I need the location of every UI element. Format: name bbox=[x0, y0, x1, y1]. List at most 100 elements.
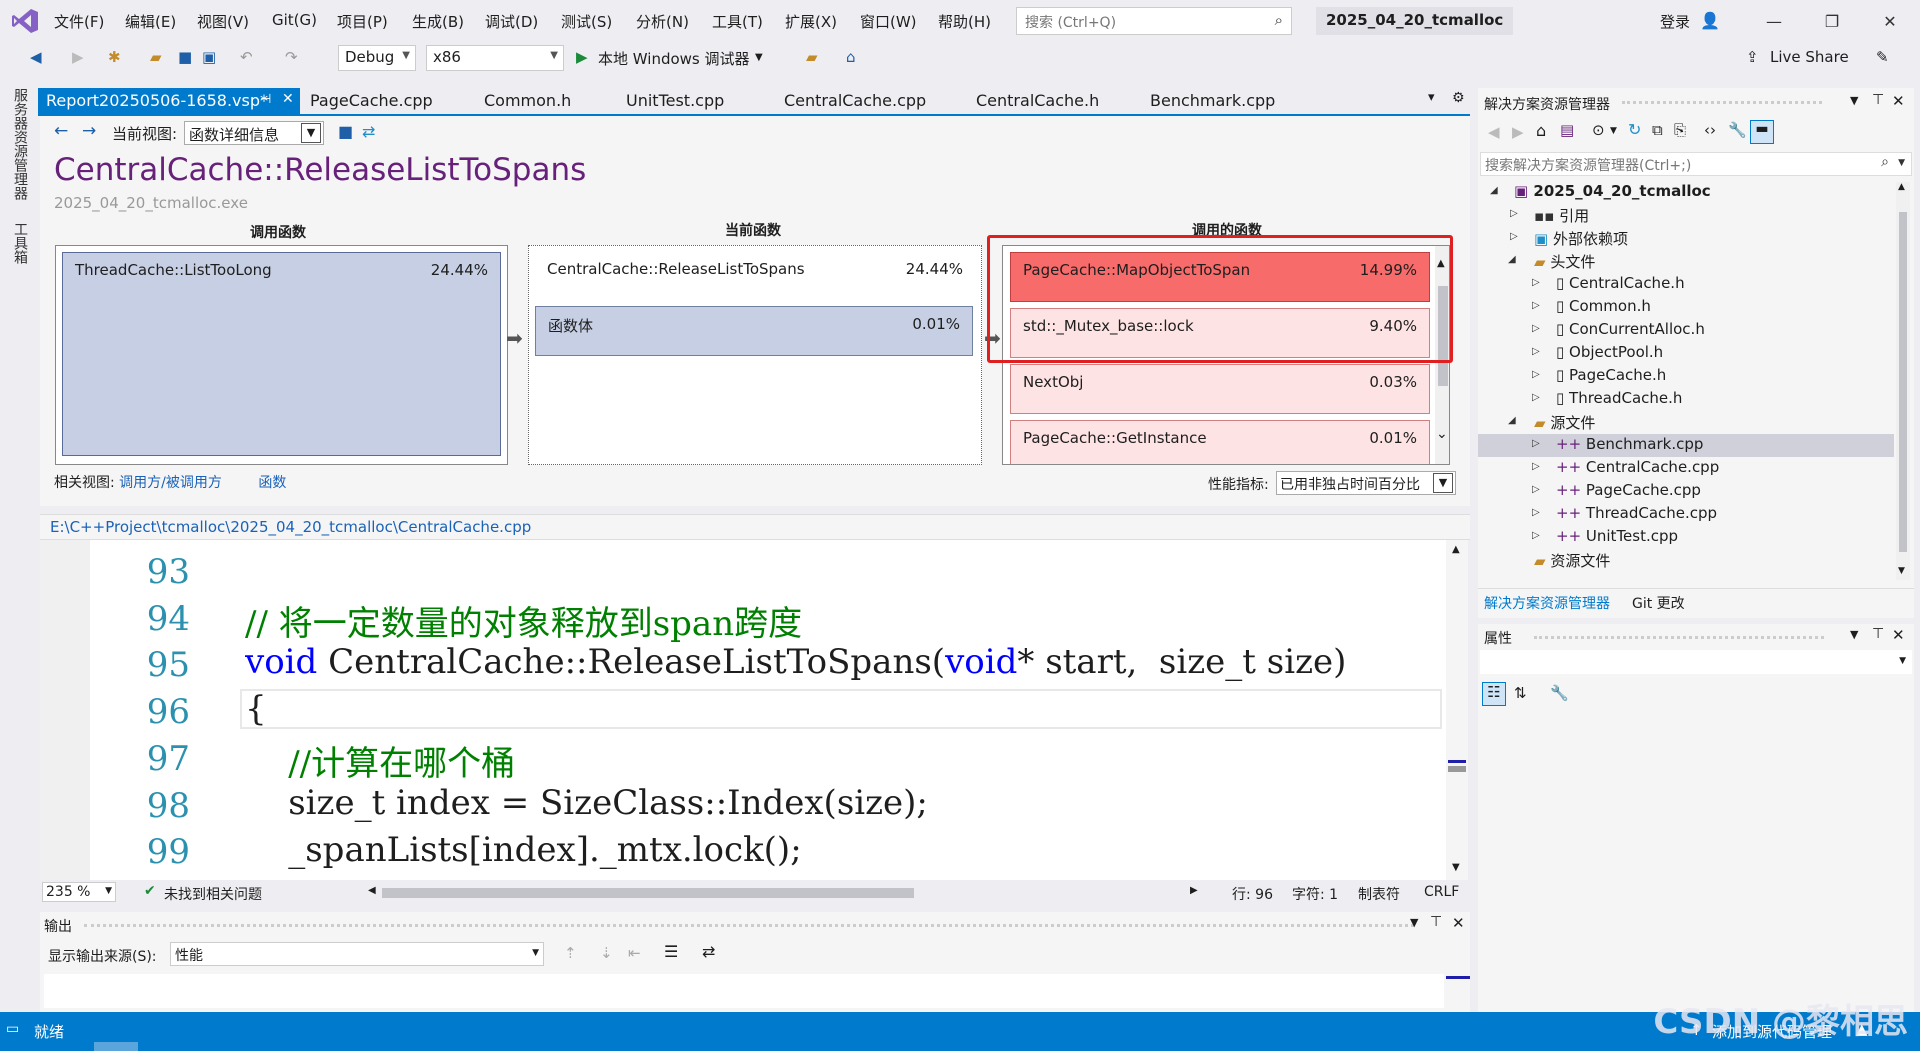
tree-file-source[interactable]: ▷ ++ CentralCache.cpp bbox=[1530, 458, 1719, 476]
menu-file[interactable]: 文件(F) bbox=[54, 11, 104, 32]
save-all-icon[interactable]: ▣ bbox=[202, 48, 216, 66]
tab-report[interactable]: Report20250506-1658.vsp* ⊣ ✕ bbox=[38, 88, 300, 114]
tree-solution-root[interactable]: ◢ ▣ 2025_04_20_tcmalloc bbox=[1490, 182, 1711, 200]
screen-icon[interactable]: ⌂ bbox=[846, 48, 856, 66]
clear-all-icon[interactable]: ☰ bbox=[664, 942, 678, 961]
tree-file-source[interactable]: ▷ ++ ThreadCache.cpp bbox=[1530, 504, 1717, 522]
search-input[interactable]: 搜索 (Ctrl+Q) ⌕ bbox=[1016, 7, 1292, 35]
tab-benchmark-cpp[interactable]: Benchmark.cpp bbox=[1142, 88, 1283, 114]
find-message-icon[interactable]: ⇤ bbox=[628, 944, 641, 962]
word-wrap-icon[interactable]: ⇄ bbox=[702, 942, 715, 961]
se-back-icon[interactable]: ◀ bbox=[1488, 123, 1500, 141]
tree-headers-folder[interactable]: ◢ ▰ 头文件 bbox=[1508, 251, 1595, 272]
se-pending-dropdown-icon[interactable]: ▼ bbox=[1610, 126, 1617, 136]
collapse-icon[interactable]: ▷ bbox=[1510, 231, 1518, 242]
collapse-icon[interactable]: ▷ bbox=[1532, 346, 1540, 357]
editor-scrollbar[interactable]: ▲ ▼ bbox=[1446, 540, 1468, 880]
pin-icon[interactable]: ⊣ bbox=[260, 92, 271, 107]
collapse-icon[interactable]: ▷ bbox=[1532, 530, 1540, 541]
folder-icon[interactable]: ▰ bbox=[806, 48, 818, 66]
menu-build[interactable]: 生成(B) bbox=[412, 11, 464, 32]
metric-select[interactable]: 已用非独占时间百分比 ▼ bbox=[1276, 471, 1456, 495]
visual-studio-logo-icon[interactable] bbox=[10, 6, 40, 36]
redo-icon[interactable]: ↷ bbox=[285, 48, 298, 66]
tab-settings-icon[interactable]: ⚙ bbox=[1452, 90, 1465, 106]
callers-callees-link[interactable]: 调用方/被调用方 bbox=[119, 475, 222, 491]
feedback-icon[interactable]: ✎ bbox=[1876, 48, 1889, 66]
editor-scroll-down-icon[interactable]: ▼ bbox=[1452, 862, 1460, 873]
categorized-icon[interactable]: ☷ bbox=[1482, 682, 1506, 706]
tab-pagecache-cpp[interactable]: PageCache.cpp bbox=[302, 88, 441, 114]
menu-tools[interactable]: 工具(T) bbox=[712, 11, 763, 32]
menu-window[interactable]: 窗口(W) bbox=[860, 11, 917, 32]
se-search-input[interactable]: 搜索解决方案资源管理器(Ctrl+;) ⌕ ▼ bbox=[1480, 152, 1912, 176]
toolbox-tab[interactable]: 工具箱 bbox=[10, 222, 30, 264]
property-pages-icon[interactable]: 🔧 bbox=[1550, 684, 1569, 702]
tree-sources-folder[interactable]: ◢ ▰ 源文件 bbox=[1508, 412, 1595, 433]
view-select[interactable]: 函数详细信息 ▼ bbox=[184, 121, 324, 145]
collapse-icon[interactable]: ▷ bbox=[1532, 461, 1540, 472]
expand-icon[interactable]: ◢ bbox=[1490, 185, 1498, 196]
zoom-select[interactable]: 235 % ▼ bbox=[42, 882, 116, 902]
report-save-icon[interactable]: ■ bbox=[338, 122, 353, 141]
se-sync-icon[interactable]: ↻ bbox=[1628, 120, 1641, 139]
function-body-box[interactable]: 函数体 0.01% bbox=[535, 306, 973, 356]
se-search-icon[interactable]: ⌕ bbox=[1881, 154, 1889, 170]
menu-test[interactable]: 测试(S) bbox=[561, 11, 612, 32]
menu-analyze[interactable]: 分析(N) bbox=[636, 11, 689, 32]
tab-list-icon[interactable]: ▾ bbox=[1428, 90, 1435, 105]
se-code-icon[interactable]: ‹› bbox=[1704, 121, 1716, 139]
close-tab-icon[interactable]: ✕ bbox=[282, 91, 294, 107]
save-icon[interactable]: ■ bbox=[178, 48, 192, 66]
tab-git-changes[interactable]: Git 更改 bbox=[1632, 593, 1685, 613]
callee-box[interactable]: PageCache::GetInstance 0.01% bbox=[1010, 420, 1430, 464]
menu-view[interactable]: 视图(V) bbox=[197, 11, 249, 32]
output-pin-icon[interactable]: ⊤ bbox=[1430, 914, 1442, 930]
tab-indicator[interactable]: 制表符 bbox=[1358, 884, 1400, 904]
se-close-icon[interactable]: ✕ bbox=[1892, 92, 1905, 110]
se-forward-icon[interactable]: ▶ bbox=[1512, 123, 1524, 141]
se-scroll-down-icon[interactable]: ▼ bbox=[1898, 566, 1905, 576]
se-home-icon[interactable]: ⌂ bbox=[1536, 121, 1546, 140]
tab-centralcache-h[interactable]: CentralCache.h bbox=[968, 88, 1107, 114]
editor-scroll-up-icon[interactable]: ▲ bbox=[1452, 544, 1460, 555]
tab-common-h[interactable]: Common.h bbox=[476, 88, 579, 114]
collapse-icon[interactable]: ▷ bbox=[1532, 438, 1540, 449]
functions-link[interactable]: 函数 bbox=[258, 475, 286, 491]
zoom-dropdown-icon[interactable]: ▼ bbox=[105, 886, 112, 896]
tree-references[interactable]: ▷ ▪▪ 引用 bbox=[1508, 205, 1589, 226]
props-dropdown-icon[interactable]: ▼ bbox=[1899, 656, 1906, 666]
debugger-button[interactable]: 本地 Windows 调试器 bbox=[598, 48, 750, 69]
file-path-link[interactable]: E:\C++Project\tcmalloc\2025_04_20_tcmall… bbox=[50, 518, 531, 536]
collapse-icon[interactable]: ▷ bbox=[1532, 300, 1540, 311]
output-source-select[interactable]: 性能 ▼ bbox=[170, 942, 544, 966]
tree-file-header[interactable]: ▷ ▯ PageCache.h bbox=[1530, 366, 1666, 384]
output-menu-icon[interactable]: ▼ bbox=[1410, 916, 1418, 929]
restore-icon[interactable]: ❐ bbox=[1812, 6, 1852, 36]
server-explorer-tab[interactable]: 服务器资源管理器 bbox=[10, 88, 30, 200]
se-collapse-icon[interactable]: ⧉ bbox=[1652, 121, 1663, 139]
tree-file-header[interactable]: ▷ ▯ Common.h bbox=[1530, 297, 1651, 315]
open-folder-icon[interactable]: ▰ bbox=[150, 48, 162, 66]
forward-icon[interactable]: ▶ bbox=[72, 48, 84, 66]
tab-solution-explorer[interactable]: 解决方案资源管理器 bbox=[1484, 593, 1610, 613]
tab-unittest-cpp[interactable]: UnitTest.cpp bbox=[618, 88, 732, 114]
scroll-down-icon[interactable]: ⌄ bbox=[1436, 426, 1448, 442]
collapse-icon[interactable]: ▷ bbox=[1532, 392, 1540, 403]
se-show-all-icon[interactable]: ⎘ bbox=[1674, 121, 1686, 139]
tree-file-source[interactable]: ▷ ++ Benchmark.cpp bbox=[1530, 435, 1703, 453]
goto-next-icon[interactable]: ⇣ bbox=[600, 944, 613, 962]
expand-icon[interactable]: ◢ bbox=[1508, 254, 1516, 265]
login-link[interactable]: 登录 bbox=[1660, 11, 1690, 32]
se-search-dropdown-icon[interactable]: ▼ bbox=[1898, 158, 1905, 168]
collapse-icon[interactable]: ▷ bbox=[1510, 208, 1518, 219]
minimize-icon[interactable]: — bbox=[1754, 6, 1794, 36]
tree-file-header[interactable]: ▷ ▯ CentralCache.h bbox=[1530, 274, 1685, 292]
props-object-select[interactable]: ▼ bbox=[1480, 650, 1912, 674]
output-close-icon[interactable]: ✕ bbox=[1452, 914, 1465, 932]
report-back-icon[interactable]: ← bbox=[54, 121, 68, 141]
config-select[interactable]: Debug ▼ bbox=[338, 45, 416, 71]
new-project-icon[interactable]: ✱ bbox=[108, 48, 121, 66]
tree-file-header[interactable]: ▷ ▯ ThreadCache.h bbox=[1530, 389, 1682, 407]
se-switch-view-icon[interactable]: ▤ bbox=[1560, 121, 1574, 139]
